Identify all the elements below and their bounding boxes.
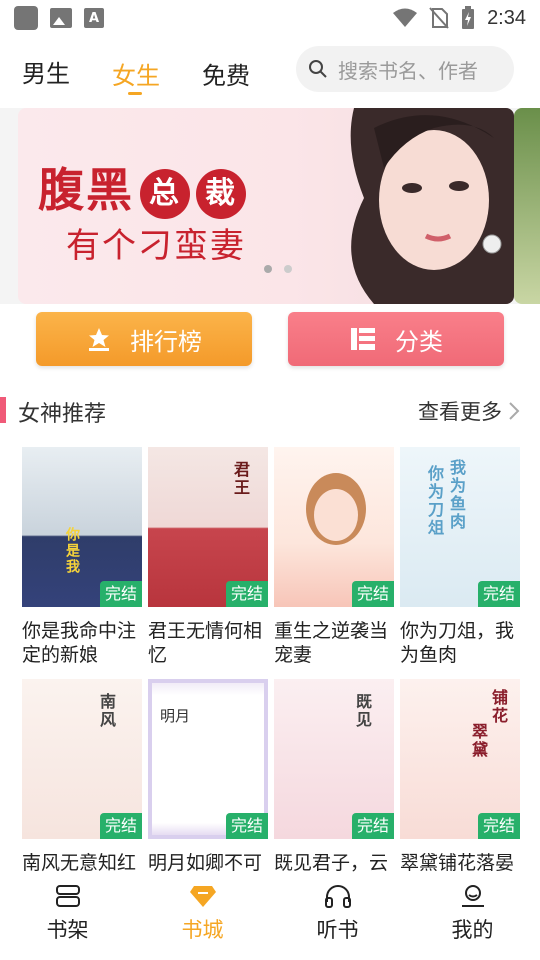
completed-badge: 完结: [478, 581, 520, 607]
category-button[interactable]: 分类: [288, 312, 504, 366]
carousel-dots: [264, 265, 292, 273]
book-title: 翠黛铺花落晏: [400, 852, 515, 874]
search-input[interactable]: 搜索书名、作者: [296, 46, 514, 92]
book-cover[interactable]: 完结: [274, 447, 394, 607]
headphones-icon: [324, 885, 351, 908]
banner-carousel[interactable]: 腹黑总裁 有个刁蛮妻: [0, 108, 540, 304]
book-card[interactable]: 明月 完结 明月如卿不可绝: [148, 679, 268, 899]
clock-time: 2:34: [487, 6, 526, 29]
banner-title-line2: 有个刁蛮妻: [66, 226, 246, 266]
see-more-label: 查看更多: [418, 400, 502, 424]
tab-female[interactable]: 女生: [112, 56, 160, 95]
book-list-icon: [349, 326, 377, 352]
ranking-button[interactable]: 排行榜: [36, 312, 252, 366]
banner-title-circle-1: 总: [140, 168, 190, 219]
completed-badge: 完结: [226, 813, 268, 839]
section-header: 女神推荐 查看更多: [0, 390, 540, 430]
trophy-star-icon: [86, 326, 112, 352]
ranking-label: 排行榜: [130, 327, 202, 356]
nav-profile[interactable]: 我的: [405, 874, 540, 960]
book-cover[interactable]: 南风 完结: [22, 679, 142, 839]
book-cover[interactable]: 铺花 翠黛 完结: [400, 679, 520, 839]
book-card[interactable]: 我为鱼肉 你为刀俎 完结 你为刀俎，我为鱼肉: [400, 447, 520, 667]
search-placeholder: 搜索书名、作者: [338, 58, 478, 83]
book-card[interactable]: 你是我 完结 你是我命中注定的新娘: [22, 447, 142, 667]
book-card[interactable]: 完结 重生之逆袭当宠妻: [274, 447, 394, 667]
tab-free[interactable]: 免费: [202, 56, 250, 91]
banner-next-card[interactable]: [514, 108, 540, 304]
banner-portrait-image: [350, 108, 514, 304]
completed-badge: 完结: [352, 813, 394, 839]
completed-badge: 完结: [100, 581, 142, 607]
image-icon: [50, 8, 72, 28]
bookshelf-icon: [55, 885, 80, 907]
active-tab-indicator: [128, 92, 142, 95]
book-cover[interactable]: 明月 完结: [148, 679, 268, 839]
banner-card[interactable]: 腹黑总裁 有个刁蛮妻: [18, 108, 514, 304]
completed-badge: 完结: [226, 581, 268, 607]
search-icon: [309, 60, 327, 78]
no-sim-icon: [429, 7, 449, 29]
completed-badge: 完结: [478, 813, 520, 839]
completed-badge: 完结: [352, 581, 394, 607]
bookstore-diamond-icon: [189, 886, 216, 907]
carousel-dot[interactable]: [284, 265, 292, 273]
nav-bookstore[interactable]: 书城: [135, 874, 270, 960]
section-title: 女神推荐: [18, 402, 107, 427]
book-title: 重生之逆袭当宠妻: [274, 620, 389, 666]
tab-male[interactable]: 男生: [22, 54, 70, 89]
nav-bookshelf[interactable]: 书架: [0, 874, 135, 960]
status-bar: A 2:34: [0, 0, 540, 36]
book-title: 君王无情何相忆: [148, 620, 263, 666]
book-card[interactable]: 铺花 翠黛 完结 翠黛铺花落晏: [400, 679, 520, 875]
book-cover[interactable]: 我为鱼肉 你为刀俎 完结: [400, 447, 520, 607]
book-title: 你是我命中注定的新娘: [22, 620, 137, 666]
battery-icon: [462, 6, 475, 29]
book-card[interactable]: 南风 完结 南风无意知红豆: [22, 679, 142, 899]
banner-title-circle-2: 裁: [196, 168, 246, 219]
banner-title-line1: 腹黑总裁: [38, 154, 246, 220]
status-right: 2:34: [393, 6, 526, 30]
nav-bookstore-label: 书城: [181, 918, 224, 942]
banner-title-a: 腹黑: [38, 163, 134, 217]
category-label: 分类: [395, 327, 443, 356]
book-title: 你为刀俎，我为鱼肉: [400, 620, 515, 666]
bottom-nav: 书架 书城 听书 我的: [0, 874, 540, 960]
nav-audiobook[interactable]: 听书: [270, 874, 405, 960]
profile-icon: [461, 885, 484, 907]
tab-female-label: 女生: [112, 62, 160, 90]
chevron-right-icon: [509, 402, 520, 420]
see-more-link[interactable]: 查看更多: [418, 396, 520, 426]
nav-audiobook-label: 听书: [316, 918, 359, 942]
book-cover[interactable]: 既见 完结: [274, 679, 394, 839]
nav-profile-label: 我的: [451, 918, 494, 942]
book-cover[interactable]: 君王 完结: [148, 447, 268, 607]
carousel-dot[interactable]: [264, 265, 272, 273]
completed-badge: 完结: [100, 813, 142, 839]
book-cover[interactable]: 你是我 完结: [22, 447, 142, 607]
wifi-icon: [393, 8, 418, 27]
status-left: A: [14, 6, 104, 30]
nav-bookshelf-label: 书架: [46, 918, 89, 942]
book-card[interactable]: 君王 完结 君王无情何相忆: [148, 447, 268, 667]
section-accent-bar: [0, 397, 6, 423]
top-nav: 男生 女生 免费 搜索书名、作者: [0, 40, 540, 104]
book-card[interactable]: 既见 完结 既见君子，云胡不乐: [274, 679, 394, 899]
font-a-icon: A: [84, 8, 104, 28]
app-notification-icon: [14, 6, 38, 30]
